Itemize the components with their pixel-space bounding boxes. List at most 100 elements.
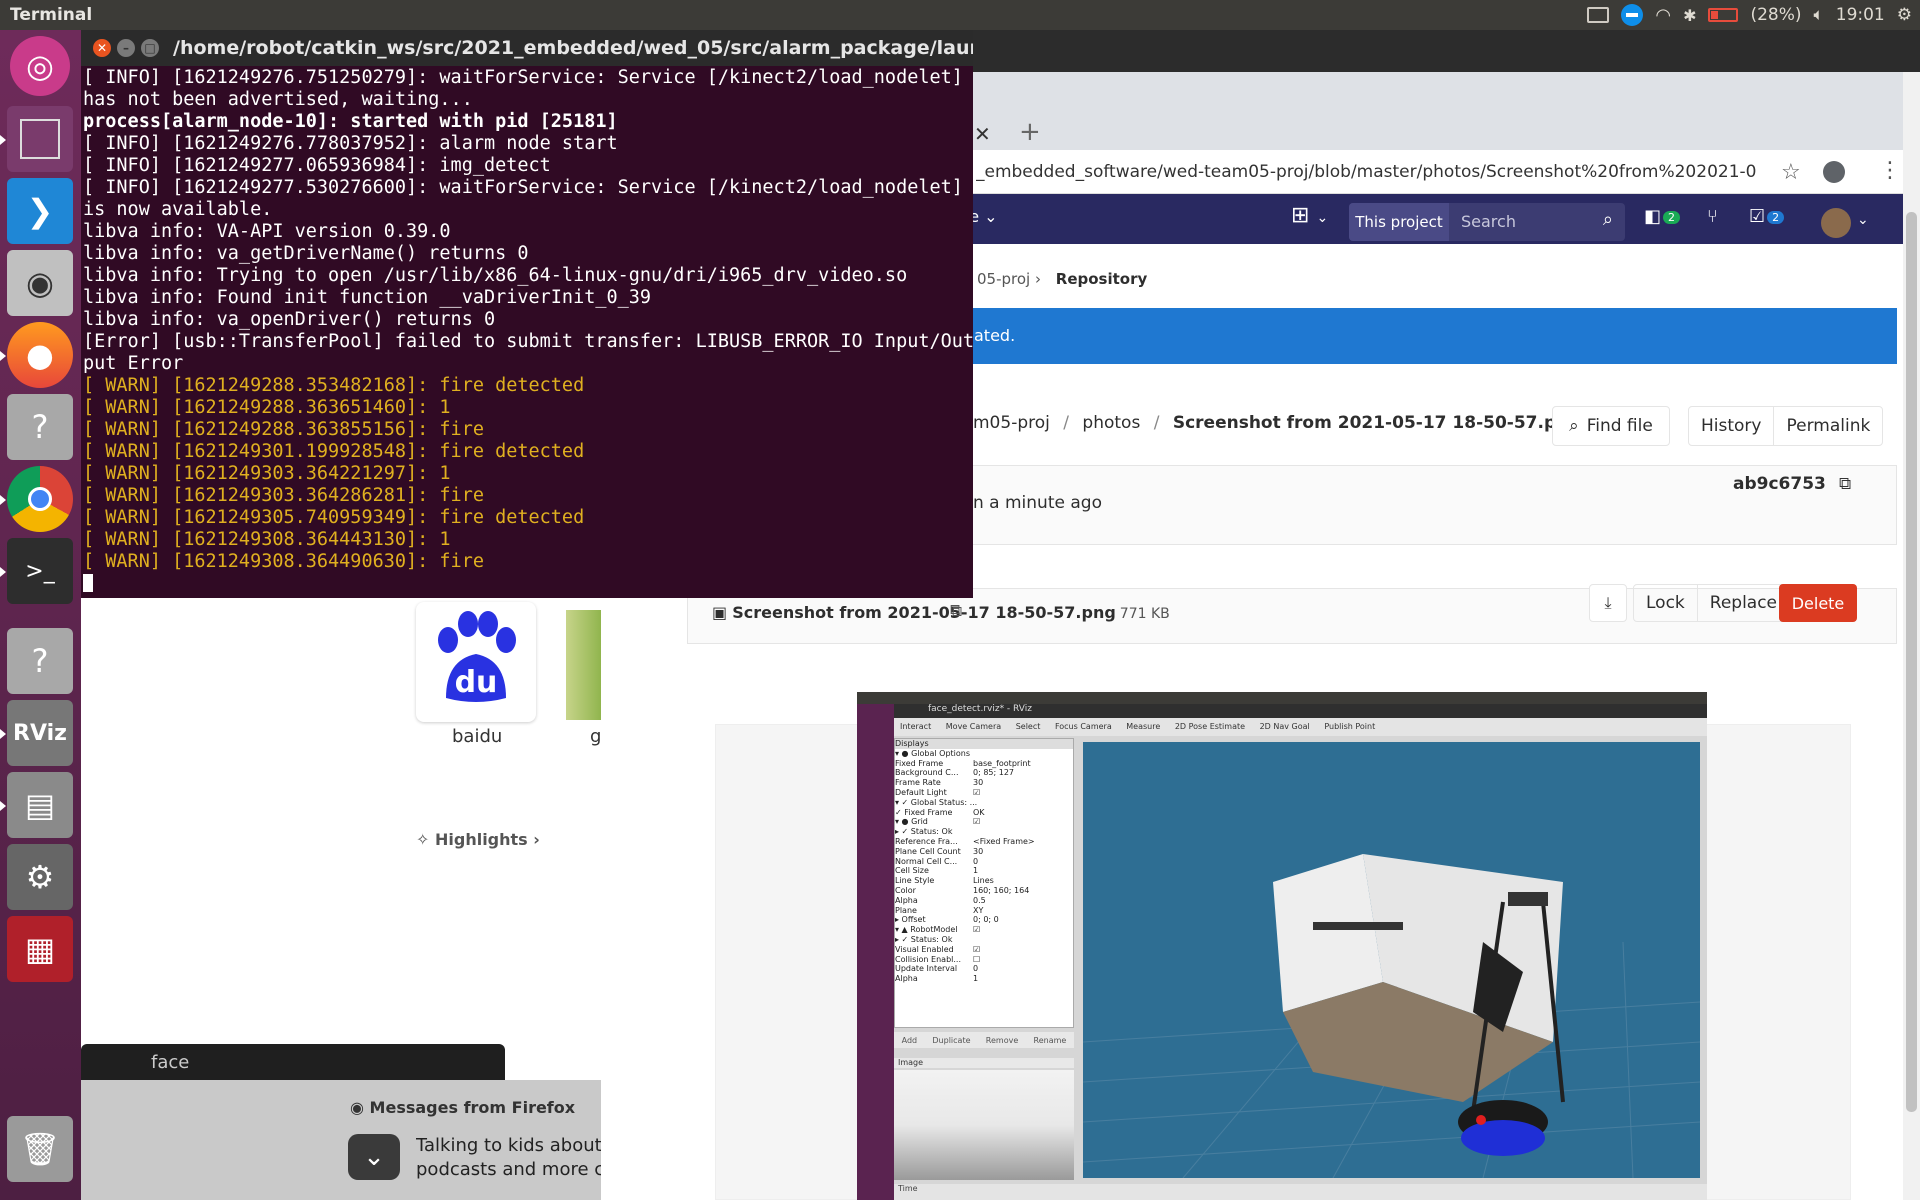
- property-value: 0.5: [973, 895, 986, 905]
- maximize-icon[interactable]: □: [141, 39, 159, 57]
- search-placeholder[interactable]: Search: [1461, 212, 1516, 231]
- terminal-line: libva info: va_openDriver() returns 0: [83, 309, 496, 330]
- terminal-titlebar[interactable]: ✕ – □ /home/robot/catkin_ws/src/2021_emb…: [81, 30, 973, 66]
- bluetooth-icon[interactable]: ✱: [1683, 6, 1696, 25]
- history-button[interactable]: History: [1689, 407, 1775, 445]
- avatar-chevron-down-icon[interactable]: ⌄: [1857, 212, 1869, 228]
- terminal-line: [ WARN] [1621249308.364490630]: fire: [83, 551, 484, 572]
- property-row: ▾ ● Global Options: [895, 749, 1073, 759]
- property-key: ▸ ✓ Status: Ok: [895, 934, 953, 944]
- terminal-line: [ INFO] [1621249277.530276600]: waitForS…: [83, 177, 963, 198]
- vscode-icon[interactable]: ❯: [7, 178, 73, 244]
- red-app-icon[interactable]: ▦: [7, 916, 73, 982]
- terminal-window[interactable]: ✕ – □ /home/robot/catkin_ws/src/2021_emb…: [81, 30, 974, 598]
- clock[interactable]: 19:01: [1836, 5, 1885, 25]
- profile-avatar[interactable]: [1823, 161, 1845, 183]
- todos-icon[interactable]: ☑ 2: [1749, 206, 1785, 227]
- property-row: Cell Size 1: [895, 866, 1073, 876]
- file-size: 771 KB: [1119, 606, 1170, 622]
- baidu-app-icon[interactable]: du: [416, 602, 536, 722]
- close-icon[interactable]: ✕: [93, 39, 111, 57]
- browser-menu-icon[interactable]: ⋮: [1879, 158, 1901, 183]
- file-thumbnail[interactable]: [566, 610, 602, 720]
- battery-percent: (28%): [1750, 5, 1802, 25]
- commit-sha[interactable]: ab9c6753: [1733, 474, 1826, 494]
- user-avatar[interactable]: [1821, 208, 1851, 238]
- workspaces-icon[interactable]: [0, 106, 73, 172]
- keyboard-icon[interactable]: [1587, 7, 1610, 23]
- terminal-line: put Error: [83, 353, 184, 374]
- terminal-line: [ WARN] [1621249288.353482168]: fire det…: [83, 375, 585, 396]
- terminal-line: libva info: VA-API version 0.39.0: [83, 221, 451, 242]
- battery-icon[interactable]: [1708, 8, 1739, 22]
- property-row: Normal Cell C... 0: [895, 857, 1073, 867]
- rviz-icon[interactable]: RViz: [0, 700, 73, 766]
- message-text[interactable]: Talking to kids about b podcasts and mor…: [416, 1134, 601, 1182]
- property-key: Plane: [895, 905, 917, 915]
- chrome-icon[interactable]: [0, 466, 73, 532]
- property-key: Alpha: [895, 974, 918, 984]
- property-value: OK: [973, 807, 985, 817]
- property-row: ▸ ✓ Status: Ok: [895, 827, 1073, 837]
- property-row: Fixed Frame base_footprint: [895, 759, 1073, 769]
- tab-close-icon[interactable]: ✕: [974, 122, 991, 146]
- rviz-tool: Publish Point: [1324, 722, 1376, 731]
- search-box[interactable]: This project Search ⌕: [1349, 203, 1625, 241]
- volume-icon[interactable]: 🔈︎: [1814, 5, 1824, 25]
- ubuntu-logo-icon[interactable]: ◎: [10, 36, 70, 96]
- rviz-title: face_detect.rviz* - RViz: [894, 704, 1707, 718]
- url-text[interactable]: _embedded_software/wed-team05-proj/blob/…: [976, 162, 1756, 182]
- replace-button[interactable]: Replace: [1698, 585, 1789, 621]
- search-icon: ⌕: [1569, 416, 1579, 436]
- find-file-button[interactable]: ⌕ Find file: [1552, 406, 1670, 446]
- image-file-icon: ▣: [712, 603, 728, 622]
- launcher: ◎ ❯ ◉ ● ? >_ ? RViz ▤ ⚙ ▦ 🗑︎: [0, 30, 81, 1200]
- wifi-icon[interactable]: ◠: [1655, 5, 1671, 26]
- property-value: ☑: [973, 787, 981, 797]
- terminal-icon[interactable]: >_: [0, 538, 73, 604]
- unknown-app-icon-2[interactable]: ?: [7, 628, 73, 694]
- teamviewer-icon[interactable]: [1621, 4, 1644, 26]
- unknown-app-icon[interactable]: ?: [7, 394, 73, 460]
- permalink-button[interactable]: Permalink: [1774, 407, 1882, 445]
- screenshot-icon[interactable]: ◉: [7, 250, 73, 316]
- property-value: 1: [973, 866, 979, 876]
- delete-button[interactable]: Delete: [1779, 584, 1857, 622]
- power-gear-icon[interactable]: ⚙: [1897, 5, 1912, 25]
- firefox-icon[interactable]: ●: [0, 322, 73, 388]
- merge-requests-icon[interactable]: ⑂: [1707, 206, 1718, 227]
- terminal-output[interactable]: [ INFO] [1621249276.751250279]: waitForS…: [83, 66, 974, 598]
- issues-icon[interactable]: ◧ 2: [1644, 206, 1681, 227]
- search-scope[interactable]: This project: [1349, 203, 1449, 241]
- rviz-tool: Measure: [1126, 722, 1161, 731]
- new-item-plus-icon[interactable]: ⊞ ⌄: [1291, 203, 1328, 228]
- property-key: ▸ Offset: [895, 915, 926, 925]
- property-row: Default Light ☑: [895, 788, 1073, 798]
- property-row: Update Interval 0: [895, 964, 1073, 974]
- minimize-icon[interactable]: –: [117, 39, 135, 57]
- property-row: Alpha 0.5: [895, 896, 1073, 906]
- property-key: Default Light: [895, 787, 947, 797]
- face-window-titlebar[interactable]: face: [81, 1044, 505, 1080]
- highlights-link[interactable]: ✧ Highlights ›: [416, 830, 540, 849]
- files-icon[interactable]: ▤: [0, 772, 73, 838]
- terminal-line: [ WARN] [1621249303.364221297]: 1: [83, 463, 451, 484]
- copy-path-icon[interactable]: ⧉: [950, 601, 962, 621]
- rviz-panel-buttons: Add Duplicate Remove Rename: [894, 1032, 1074, 1048]
- chevron-right-icon: ›: [533, 830, 540, 849]
- download-icon[interactable]: ⤓: [1589, 584, 1627, 622]
- scrollbar-thumb[interactable]: [1906, 212, 1917, 1112]
- lock-button[interactable]: Lock: [1634, 585, 1698, 621]
- copy-sha-icon[interactable]: ⧉: [1839, 474, 1851, 494]
- path-project[interactable]: m05-proj: [973, 413, 1050, 433]
- property-row: ▸ Offset 0; 0; 0: [895, 915, 1073, 925]
- new-tab-plus-icon[interactable]: +: [1019, 117, 1041, 147]
- path-folder[interactable]: photos: [1082, 413, 1140, 433]
- system-settings-icon[interactable]: ⚙: [7, 844, 73, 910]
- breadcrumb-project[interactable]: 05-proj: [977, 270, 1030, 288]
- search-icon[interactable]: ⌕: [1603, 209, 1613, 230]
- property-key: ▾ ▲ RobotModel: [895, 925, 958, 935]
- breadcrumb-current[interactable]: Repository: [1056, 270, 1148, 288]
- bookmark-star-icon[interactable]: ☆: [1781, 160, 1801, 185]
- trash-icon[interactable]: 🗑︎: [7, 1116, 73, 1182]
